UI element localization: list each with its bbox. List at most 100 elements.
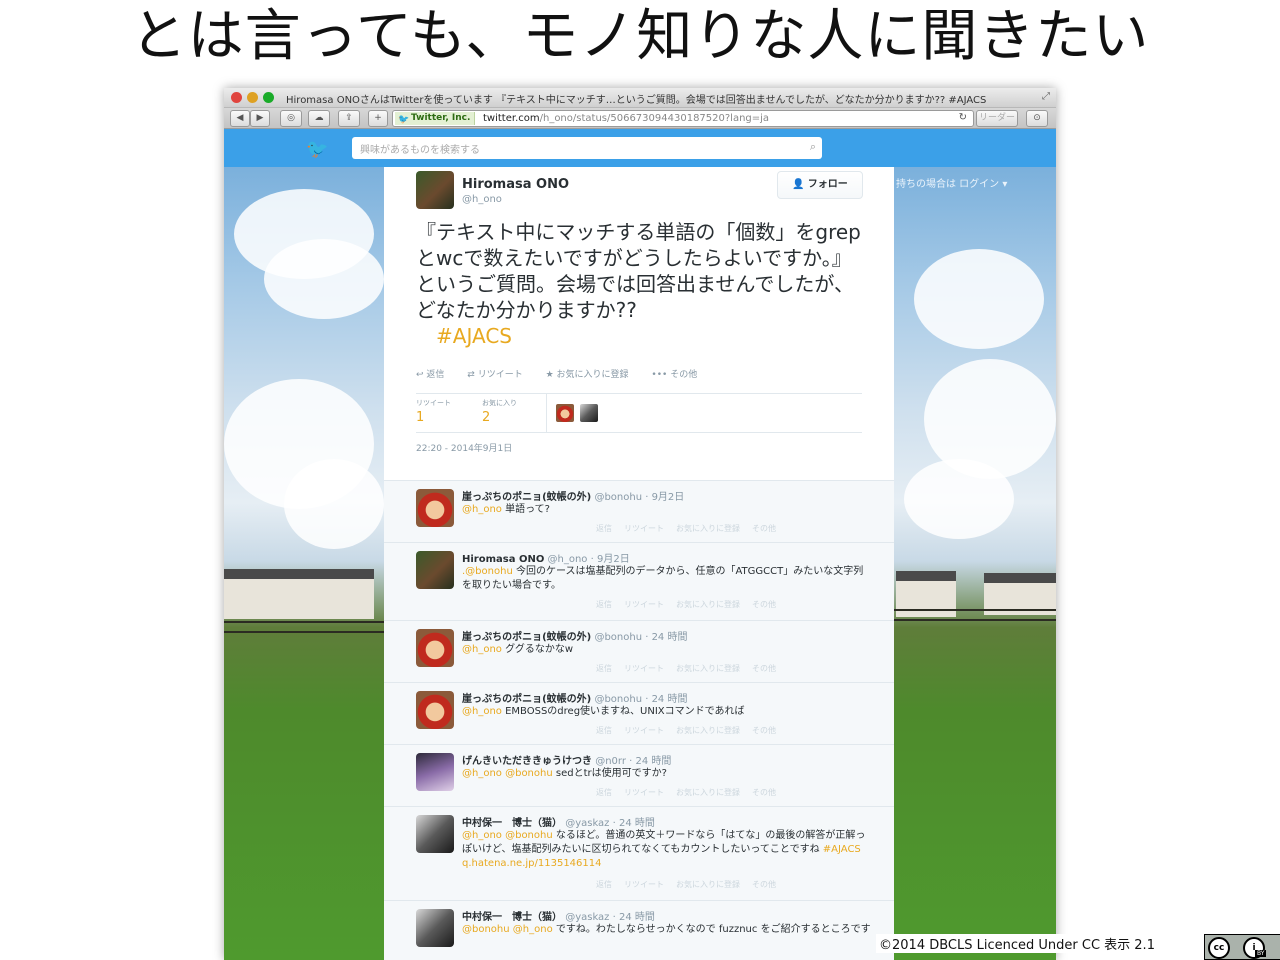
tweet-author-handle[interactable]: @h_ono	[462, 194, 502, 205]
reply-action[interactable]: 返信	[596, 664, 612, 673]
more-action[interactable]: その他	[752, 600, 776, 609]
avatar[interactable]	[416, 489, 454, 527]
reply-text: @bonohu @h_ono ですね。わたしならせっかくなので fuzznuc …	[462, 923, 872, 937]
reply-author-name[interactable]: 中村保一 博士（猫）	[462, 912, 562, 923]
reply-tweet[interactable]: 崖っぷちのポニョ(蚊帳の外) @bonohu · 24 時間 @h_ono ググ…	[384, 620, 894, 683]
avatar[interactable]	[416, 691, 454, 729]
address-bar[interactable]: 🐦 Twitter, Inc. twitter.com/h_ono/status…	[392, 110, 974, 127]
tweet-author-name[interactable]: Hiromasa ONO	[462, 177, 569, 192]
reply-actions: 返信 リツイート お気に入りに登録 その他	[596, 523, 788, 534]
reply-tweet[interactable]: 中村保一 博士（猫） @yaskaz · 24 時間 @bonohu @h_on…	[384, 900, 894, 960]
retweet-action[interactable]: リツイート	[624, 788, 664, 797]
reply-action[interactable]: 返信	[596, 600, 612, 609]
avatar[interactable]	[416, 629, 454, 667]
zoom-window-button[interactable]	[263, 92, 274, 103]
reply-meta: @yaskaz · 24 時間	[565, 818, 655, 829]
tweet-timestamp[interactable]: 22:20 - 2014年9月1日	[416, 441, 512, 454]
mention-link[interactable]: .@bonohu	[462, 566, 513, 577]
reply-author-name[interactable]: 崖っぷちのポニョ(蚊帳の外)	[462, 492, 591, 503]
more-action[interactable]: その他	[752, 726, 776, 735]
more-action[interactable]: その他	[752, 664, 776, 673]
reply-body: ググるなかなw	[501, 644, 574, 655]
more-action[interactable]: ••• その他	[651, 370, 707, 380]
browser-window: Hiromasa ONOさんはTwitterを使っています 『テキスト中にマッチ…	[224, 88, 1056, 960]
search-input[interactable]: 興味があるものを検索する ⌕	[352, 137, 822, 159]
reply-tweet[interactable]: 崖っぷちのポニョ(蚊帳の外) @bonohu · 24 時間 @h_ono EM…	[384, 682, 894, 745]
avatar[interactable]	[416, 753, 454, 791]
favorite-action[interactable]: お気に入りに登録	[676, 524, 740, 533]
favorite-action[interactable]: ★ お気に入りに登録	[546, 370, 639, 380]
retweet-action[interactable]: リツイート	[624, 524, 664, 533]
twitter-logo-icon[interactable]: 🐦	[306, 139, 328, 160]
history-icon[interactable]: ◎	[280, 110, 302, 127]
ev-certificate-badge[interactable]: 🐦 Twitter, Inc.	[395, 112, 476, 125]
fullscreen-icon[interactable]: ⤢	[1042, 91, 1050, 102]
retweet-action[interactable]: ⇄ リツイート	[467, 370, 532, 380]
avatar[interactable]	[416, 551, 454, 589]
favorite-stat[interactable]: お気に入り 2	[482, 398, 517, 425]
reload-icon[interactable]: ↻	[959, 112, 967, 123]
reply-tweet[interactable]: Hiromasa ONO @h_ono · 9月2日 .@bonohu 今回のケ…	[384, 542, 894, 621]
twitter-bird-icon: 🐦	[398, 115, 410, 125]
favorite-count: 2	[482, 410, 491, 425]
reply-tweet[interactable]: 中村保一 博士（猫） @yaskaz · 24 時間 @h_ono @bonoh…	[384, 806, 894, 901]
reply-action[interactable]: 返信	[596, 880, 612, 889]
retweet-stat[interactable]: リツイート 1	[416, 398, 451, 425]
copyright-footer: ©2014 DBCLS Licenced Under CC 表示 2.1	[876, 934, 1158, 953]
favorite-action[interactable]: お気に入りに登録	[676, 788, 740, 797]
avatar[interactable]	[416, 909, 454, 947]
reader-button[interactable]: リーダー	[976, 110, 1018, 127]
reply-author-name[interactable]: げんきいただききゅうけつき	[462, 756, 592, 767]
avatar[interactable]	[556, 404, 574, 422]
favorite-action[interactable]: お気に入りに登録	[676, 600, 740, 609]
icloud-tabs-icon[interactable]: ☁	[308, 110, 330, 127]
avatar[interactable]	[416, 815, 454, 853]
mention-link[interactable]: @h_ono @bonohu	[462, 830, 553, 841]
reply-action[interactable]: 返信	[596, 788, 612, 797]
downloads-icon[interactable]: ⊙	[1026, 110, 1048, 127]
reply-author-name[interactable]: 中村保一 博士（猫）	[462, 818, 562, 829]
retweet-action[interactable]: リツイート	[624, 600, 664, 609]
reply-tweet[interactable]: げんきいただききゅうけつき @n0rr · 24 時間 @h_ono @bono…	[384, 744, 894, 807]
favorite-action[interactable]: お気に入りに登録	[676, 880, 740, 889]
avatar[interactable]	[416, 171, 454, 209]
reply-actions: 返信 リツイート お気に入りに登録 その他	[596, 879, 788, 890]
more-action[interactable]: その他	[752, 788, 776, 797]
reply-tweet[interactable]: 崖っぷちのポニョ(蚊帳の外) @bonohu · 9月2日 @h_ono 単語っ…	[384, 480, 894, 543]
favorite-action[interactable]: お気に入りに登録	[676, 664, 740, 673]
avatar[interactable]	[580, 404, 598, 422]
more-action[interactable]: その他	[752, 880, 776, 889]
close-window-button[interactable]	[231, 92, 242, 103]
back-icon[interactable]: ◀	[230, 110, 250, 127]
reply-meta: @bonohu · 9月2日	[594, 492, 685, 503]
retweet-action[interactable]: リツイート	[624, 726, 664, 735]
retweet-action[interactable]: リツイート	[624, 664, 664, 673]
reply-author-name[interactable]: 崖っぷちのポニョ(蚊帳の外)	[462, 694, 591, 705]
reply-action[interactable]: 返信	[596, 726, 612, 735]
search-icon[interactable]: ⌕	[810, 140, 816, 154]
share-icon[interactable]: ⇪	[338, 110, 360, 127]
tweet-card: Hiromasa ONO @h_ono 👤 フォロー 『テキスト中にマッチする単語…	[384, 167, 894, 960]
reply-action[interactable]: ↩ 返信	[416, 370, 454, 380]
mention-link[interactable]: @h_ono	[462, 504, 502, 515]
mention-link[interactable]: @h_ono @bonohu	[462, 768, 553, 779]
reply-author-name[interactable]: 崖っぷちのポニョ(蚊帳の外)	[462, 632, 591, 643]
stats-divider	[546, 394, 547, 432]
favorite-action[interactable]: お気に入りに登録	[676, 726, 740, 735]
mention-link[interactable]: @h_ono	[462, 644, 502, 655]
minimize-window-button[interactable]	[247, 92, 258, 103]
login-link[interactable]: 持ちの場合は ログイン ▾	[896, 175, 1007, 190]
reply-action[interactable]: 返信	[596, 524, 612, 533]
mention-link[interactable]: @h_ono	[462, 706, 502, 717]
mention-link[interactable]: @bonohu @h_ono	[462, 924, 553, 935]
twitter-page: 🐦 興味があるものを検索する ⌕ 持ちの場合は ログイン ▾ Hiromasa …	[224, 129, 1056, 960]
retweet-action[interactable]: リツイート	[624, 880, 664, 889]
new-tab-icon[interactable]: +	[368, 110, 388, 127]
reply-body: EMBOSSのdreg使いますね、UNIXコマンドであれば	[501, 706, 745, 717]
follow-button[interactable]: 👤 フォロー	[777, 171, 863, 199]
forward-icon[interactable]: ▶	[250, 110, 270, 127]
more-action[interactable]: その他	[752, 524, 776, 533]
reply-author-name[interactable]: Hiromasa ONO	[462, 554, 544, 565]
url-text[interactable]: twitter.com/h_ono/status/506673094430187…	[483, 112, 769, 125]
hashtag-link[interactable]: #AJACS	[436, 324, 512, 348]
